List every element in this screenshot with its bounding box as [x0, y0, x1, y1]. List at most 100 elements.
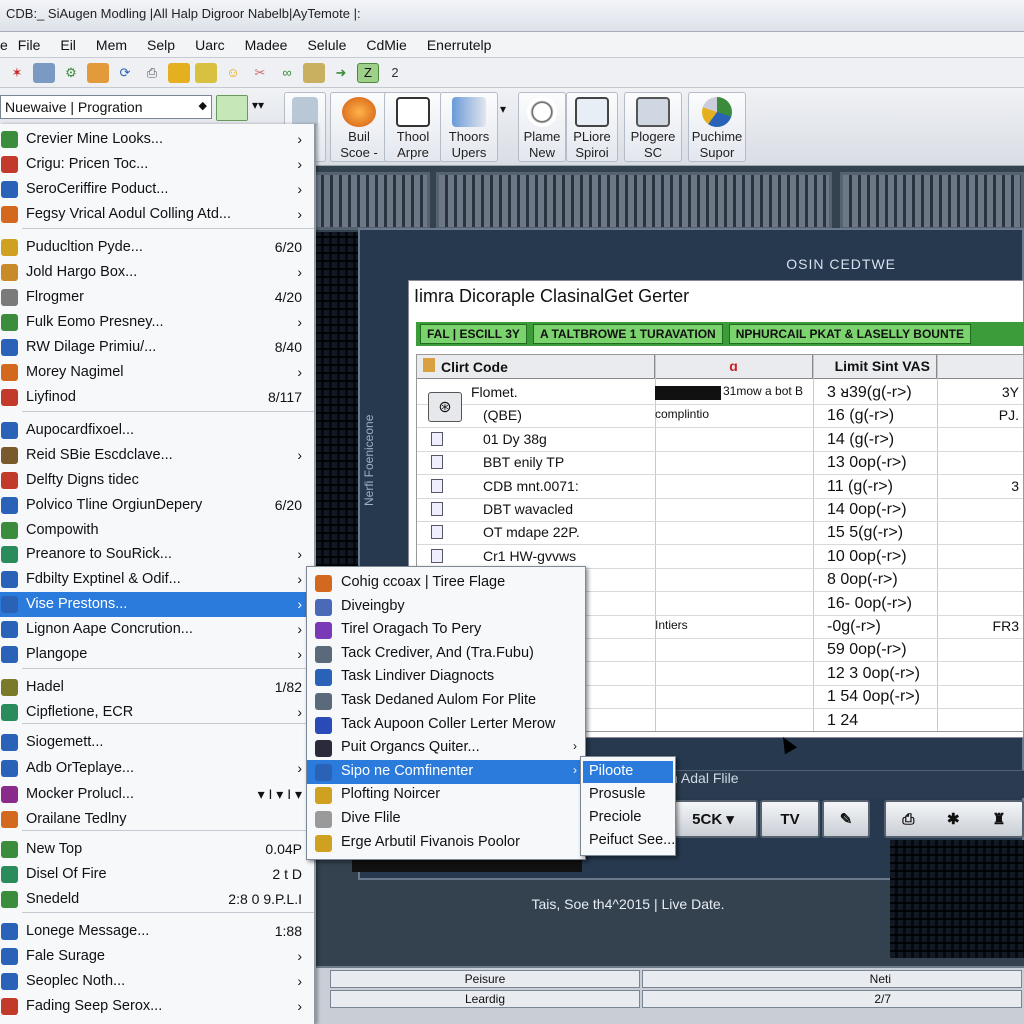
submenu2-item[interactable]: Piloote [583, 761, 673, 783]
menu-item[interactable]: Vise Prestons... › [0, 592, 314, 617]
menu-item[interactable]: Puducltion Pyde... 6/20 [0, 235, 314, 260]
menu-mem[interactable]: Mem [86, 37, 137, 53]
row-checkbox-icon[interactable] [431, 525, 443, 540]
menu-item[interactable]: Preanore to SouRick... › [0, 542, 314, 567]
ribbon-button-thool[interactable]: Thool Arpre [384, 92, 442, 162]
table-row[interactable]: Flomet. 31mow a bot B 3 ᴚ39(g(-r>) 3Y [417, 381, 1023, 405]
category-tab[interactable]: NPHURCAIL PKAT & LASELLY BOUNTE [728, 324, 971, 344]
row-toggle-button[interactable]: ⊛ [428, 392, 462, 422]
cut-icon[interactable]: ✂ [249, 63, 271, 83]
submenu-item[interactable]: Tack Aupoon Coller Lerter Merow [307, 713, 585, 737]
menu-item[interactable]: Plangope › [0, 642, 314, 667]
combo-apply-button[interactable] [216, 95, 248, 121]
ribbon-button-buil[interactable]: Buil Scoe - [330, 92, 388, 162]
box-icon[interactable] [168, 62, 190, 83]
menu-item[interactable]: SeroCeriffire Poduct... › [0, 177, 314, 202]
table-row[interactable]: CDB mnt.0071: 11 (g(-r>) 3 [417, 475, 1023, 499]
menu-item[interactable]: Crigu: Pricen Toc... › [0, 152, 314, 177]
submenu-item[interactable]: Plofting Noircer [307, 783, 585, 807]
menu-item[interactable]: Flrogmer 4/20 [0, 285, 314, 310]
category-tab[interactable]: FAL | ESCILL 3Y [420, 324, 527, 344]
folder-icon[interactable] [87, 62, 109, 83]
menu-e[interactable]: e [0, 37, 8, 53]
sck-dropdown-button[interactable]: 5CK ▾ [668, 800, 758, 838]
menu-item[interactable]: New Top 0.04P [0, 837, 314, 862]
note-icon[interactable] [195, 62, 217, 83]
print-icon[interactable]: ⎙ [141, 63, 163, 83]
menu-item[interactable]: Morey Nagimel › [0, 360, 314, 385]
refresh-icon[interactable]: ⟳ [114, 63, 136, 83]
menu-selule[interactable]: Selule [297, 37, 356, 53]
table-row[interactable]: OT mdape 22P. 15 5(g(-r>) [417, 521, 1023, 546]
submenu-item[interactable]: Puit Organcs Quiter... › [307, 736, 585, 760]
menu-selp[interactable]: Selp [137, 37, 185, 53]
menu-eil[interactable]: Eil [50, 37, 86, 53]
menu-item[interactable]: Adb OrTeplaye... › [0, 756, 314, 781]
menu-item[interactable]: Polvico Tline OrgiunDepery 6/20 [0, 493, 314, 518]
menu-item[interactable]: Orailane Tedlny [0, 807, 314, 832]
pin-icon[interactable]: ✶ [6, 63, 28, 83]
submenu-item[interactable]: Erge Arbutil Fivanois Poolor [307, 831, 585, 855]
combo-arrow-icon[interactable]: ◆ [199, 99, 207, 112]
menu-item[interactable]: Fulk Eomo Presney... › [0, 310, 314, 335]
menu-item[interactable]: Fdbilty Exptinel & Odif... › [0, 567, 314, 592]
submenu-item[interactable]: Sipo ne Comfinenter › [307, 759, 585, 784]
menu-item[interactable]: Crevier Mine Looks... › [0, 127, 314, 152]
table-row[interactable]: 01 Dy 38g 14 (g(-r>) [417, 428, 1023, 452]
category-tab[interactable]: A TALTBROWE 1 TURAVATION [532, 324, 723, 344]
chevron-down-icon[interactable]: ▾ [500, 102, 506, 116]
chevron-down-icon[interactable]: ▾▾ [252, 98, 264, 112]
ribbon-button-plame[interactable]: Plame New [518, 92, 566, 162]
gear-icon[interactable]: ⚙ [60, 63, 82, 83]
menu-item[interactable]: Jold Hargo Box... › [0, 260, 314, 285]
grid-icon[interactable] [33, 62, 55, 83]
submenu2-item[interactable]: Preciole [583, 807, 673, 829]
menu-item[interactable]: Lignon Aape Concrution... › [0, 617, 314, 642]
menu-madee[interactable]: Madee [235, 37, 298, 53]
submenu2-item[interactable]: Peifuct See... [583, 830, 675, 852]
menu-item[interactable]: Fale Surage › [0, 944, 314, 969]
menu-item[interactable]: Hadel 1/82 [0, 675, 314, 700]
menu-item[interactable]: Reid SBie Escdclave... › [0, 443, 314, 468]
menu-item[interactable]: Delfty Digns tidec [0, 468, 314, 493]
submenu-item[interactable]: Task Dedaned Aulom For Plite [307, 689, 585, 713]
toolbox-button[interactable]: ⎙ ✱ ♜ [884, 800, 1024, 838]
menu-item[interactable]: Seoplec Noth... › [0, 969, 314, 994]
menu-cdmie[interactable]: CdMie [356, 37, 416, 53]
column-header-alpha[interactable]: ɑ [655, 355, 813, 379]
smiley-icon[interactable]: ☺ [222, 63, 244, 83]
menu-file[interactable]: File [8, 37, 51, 53]
submenu-item[interactable]: Dive Flile [307, 807, 585, 831]
row-checkbox-icon[interactable] [431, 548, 443, 563]
menu-item[interactable]: RW Dilage Primiu/... 8/40 [0, 335, 314, 360]
row-checkbox-icon[interactable] [431, 455, 443, 470]
add-file-label[interactable]: n Adal Flile [670, 770, 738, 786]
menu-item[interactable]: Cipfletione, ECR › [0, 700, 314, 725]
ribbon-button-thoors[interactable]: Thoors Upers [440, 92, 498, 162]
arrow-icon[interactable]: ➜ [330, 63, 352, 83]
column-header-clirt-code[interactable]: Clirt Code [417, 355, 655, 379]
submenu-item[interactable]: Task Lindiver Diagnocts [307, 665, 585, 689]
table-row[interactable]: (QBE) complintio 16 (g(-r>) PJ. [417, 404, 1023, 429]
menu-item[interactable]: Lonege Message... 1:88 [0, 919, 314, 944]
ribbon-button-plogere[interactable]: Plogere SC [624, 92, 682, 162]
link-icon[interactable]: ∞ [276, 63, 298, 83]
menu-item[interactable]: Fading Seep Serox... › [0, 994, 314, 1019]
row-checkbox-icon[interactable] [431, 502, 443, 516]
menu-item[interactable]: Fegsy Vrical Aodul Colling Atd... › [0, 202, 314, 227]
table-row[interactable]: DBT wavacled 14 0op(-r>) [417, 498, 1023, 522]
menu-enerrutelp[interactable]: Enerrutelp [417, 37, 502, 53]
menu-item[interactable]: Siogemett... [0, 730, 314, 755]
workspace-combo[interactable]: Nuewaive | Progration ◆ [0, 95, 212, 119]
column-header-limit[interactable]: Limit Sint VAS [813, 355, 937, 379]
submenu-item[interactable]: Tirel Oragach To Pery [307, 618, 585, 642]
chart-icon[interactable] [303, 62, 325, 83]
row-checkbox-icon[interactable] [431, 478, 443, 493]
submenu-item[interactable]: Diveingby [307, 595, 585, 619]
tv-button[interactable]: TV [760, 800, 820, 838]
table-row[interactable]: BBT enily TP 13 0op(-r>) [417, 451, 1023, 476]
menu-item[interactable]: Compowith [0, 518, 314, 543]
row-checkbox-icon[interactable] [431, 431, 443, 446]
submenu2-item[interactable]: Prosusle [583, 784, 673, 806]
num-icon[interactable]: 2 [384, 63, 406, 83]
